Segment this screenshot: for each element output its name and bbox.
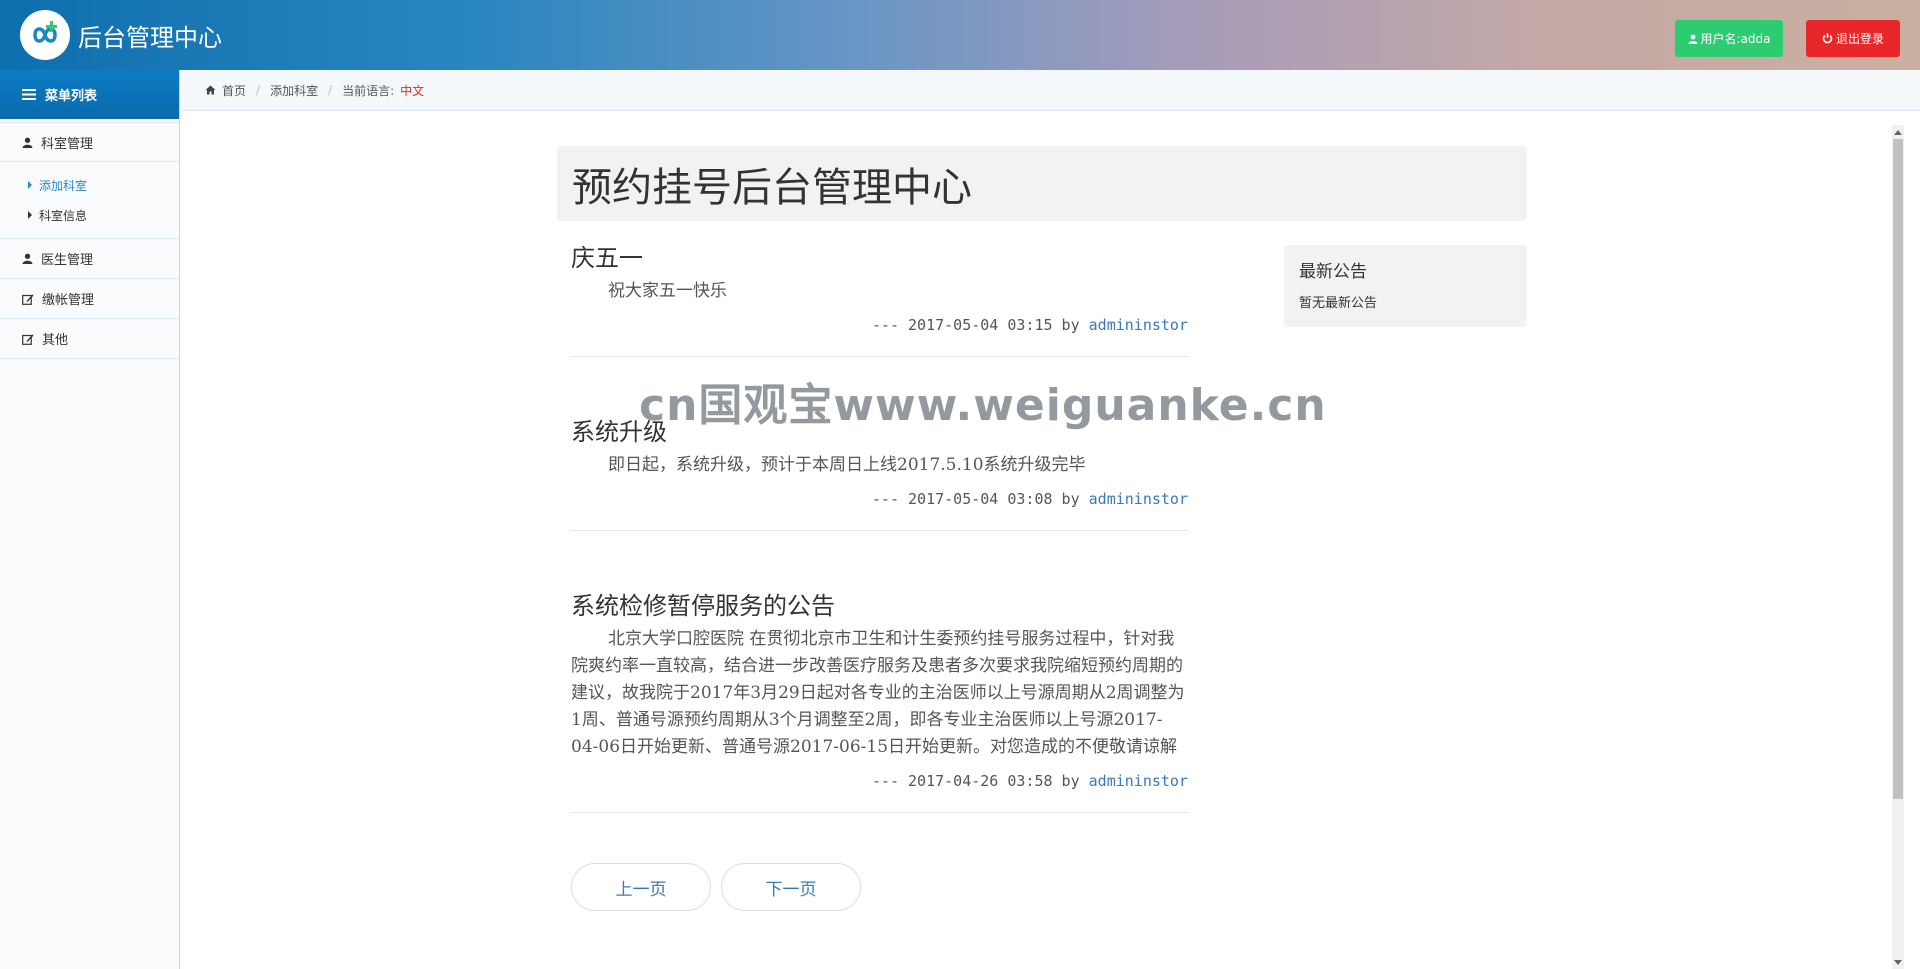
sidebar-group-department[interactable]: 科室管理 xyxy=(0,122,179,162)
main-content: 预约挂号后台管理中心 庆五一 祝大家五一快乐 --- 2017-05-04 03… xyxy=(181,111,1892,969)
language-value[interactable]: 中文 xyxy=(400,82,424,99)
logo-icon xyxy=(20,10,70,60)
sidebar-group-other[interactable]: 其他 xyxy=(0,319,179,359)
sidebar-item-label: 科室信息 xyxy=(39,208,88,223)
watermark: cn国观宝www.weiguanke.cn xyxy=(639,380,1327,431)
menu-title: 菜单列表 xyxy=(0,70,179,119)
user-label: 用户名:adda xyxy=(1700,32,1771,46)
user-icon xyxy=(22,137,33,148)
caret-right-icon xyxy=(28,211,32,219)
sidebar-item-add-department[interactable]: 添加科室 xyxy=(0,170,179,200)
post-body: 即日起，系统升级，预计于本周日上线2017.5.10系统升级完毕 xyxy=(608,455,1086,475)
notice-panel: 最新公告 暂无最新公告 xyxy=(1284,245,1527,327)
notice-title: 最新公告 xyxy=(1299,262,1367,282)
post-list: 庆五一 祝大家五一快乐 --- 2017-05-04 03:15 by admi… xyxy=(571,241,1188,911)
post-body: 北京大学口腔医院 在贯彻北京市卫生和计生委预约挂号服务过程中，针对我院爽约率一直… xyxy=(571,629,1185,757)
post-meta-date: --- 2017-04-26 03:58 by xyxy=(871,772,1089,790)
edit-icon xyxy=(22,294,34,305)
department-submenu: 添加科室 科室信息 xyxy=(0,162,179,239)
scrollbar[interactable] xyxy=(1892,125,1904,969)
user-button[interactable]: 用户名:adda xyxy=(1675,20,1783,57)
breadcrumb-home[interactable]: 首页 xyxy=(222,82,246,99)
brand-title: 后台管理中心 xyxy=(78,24,222,52)
sidebar-group-label: 医生管理 xyxy=(41,253,94,268)
top-header: 后台管理中心 用户名:adda 退出登录 xyxy=(0,0,1920,70)
sidebar-group-label: 其他 xyxy=(42,333,69,348)
scrollbar-thumb[interactable] xyxy=(1893,139,1903,799)
next-page-button[interactable]: 下一页 xyxy=(721,863,861,911)
post-author-link[interactable]: admininstor xyxy=(1089,772,1188,790)
post-meta: --- 2017-05-04 03:15 by admininstor xyxy=(571,316,1188,334)
edit-icon xyxy=(22,334,34,345)
page-title: 预约挂号后台管理中心 xyxy=(557,146,1527,221)
breadcrumb-separator: / xyxy=(328,83,333,97)
post-meta: --- 2017-04-26 03:58 by admininstor xyxy=(571,772,1188,790)
sidebar-item-department-info[interactable]: 科室信息 xyxy=(0,200,179,230)
sidebar-group-label: 科室管理 xyxy=(41,136,94,152)
logout-button[interactable]: 退出登录 xyxy=(1806,20,1900,57)
sidebar-group-label: 缴帐管理 xyxy=(42,293,95,308)
sidebar-item-label: 添加科室 xyxy=(39,178,88,193)
pager: 上一页 下一页 xyxy=(571,863,1188,911)
caret-right-icon xyxy=(28,181,32,189)
home-icon xyxy=(205,85,216,95)
breadcrumb-separator: / xyxy=(256,83,261,97)
post-author-link[interactable]: admininstor xyxy=(1089,490,1188,508)
logout-label: 退出登录 xyxy=(1835,32,1884,46)
sidebar-group-payment[interactable]: 缴帐管理 xyxy=(0,279,179,319)
sidebar: 菜单列表 科室管理 添加科室 科室信息 医生管理 缴帐管理 其他 xyxy=(0,70,180,969)
list-icon xyxy=(22,89,36,100)
breadcrumb: 首页 / 添加科室 / 当前语言: 中文 xyxy=(181,70,1920,111)
prev-page-button[interactable]: 上一页 xyxy=(571,863,711,911)
post-meta: --- 2017-05-04 03:08 by admininstor xyxy=(571,490,1188,508)
post-title: 庆五一 xyxy=(571,244,643,272)
post-body: 祝大家五一快乐 xyxy=(608,281,727,301)
user-icon xyxy=(1688,34,1697,44)
post-meta-date: --- 2017-05-04 03:15 by xyxy=(871,316,1089,334)
notice-text: 暂无最新公告 xyxy=(1299,296,1378,311)
breadcrumb-current[interactable]: 添加科室 xyxy=(270,82,318,99)
scroll-down-arrow-icon[interactable] xyxy=(1892,955,1904,969)
power-icon xyxy=(1822,33,1833,44)
language-label: 当前语言: xyxy=(342,83,395,98)
post-title: 系统检修暂停服务的公告 xyxy=(571,592,835,620)
post-item: 系统检修暂停服务的公告 北京大学口腔医院 在贯彻北京市卫生和计生委预约挂号服务过… xyxy=(571,589,1188,813)
menu-title-label: 菜单列表 xyxy=(45,89,98,104)
sidebar-group-doctor[interactable]: 医生管理 xyxy=(0,239,179,279)
post-author-link[interactable]: admininstor xyxy=(1089,316,1188,334)
scroll-up-arrow-icon[interactable] xyxy=(1892,125,1904,139)
post-item: 庆五一 祝大家五一快乐 --- 2017-05-04 03:15 by admi… xyxy=(571,241,1188,357)
user-icon xyxy=(22,253,33,264)
post-meta-date: --- 2017-05-04 03:08 by xyxy=(871,490,1089,508)
